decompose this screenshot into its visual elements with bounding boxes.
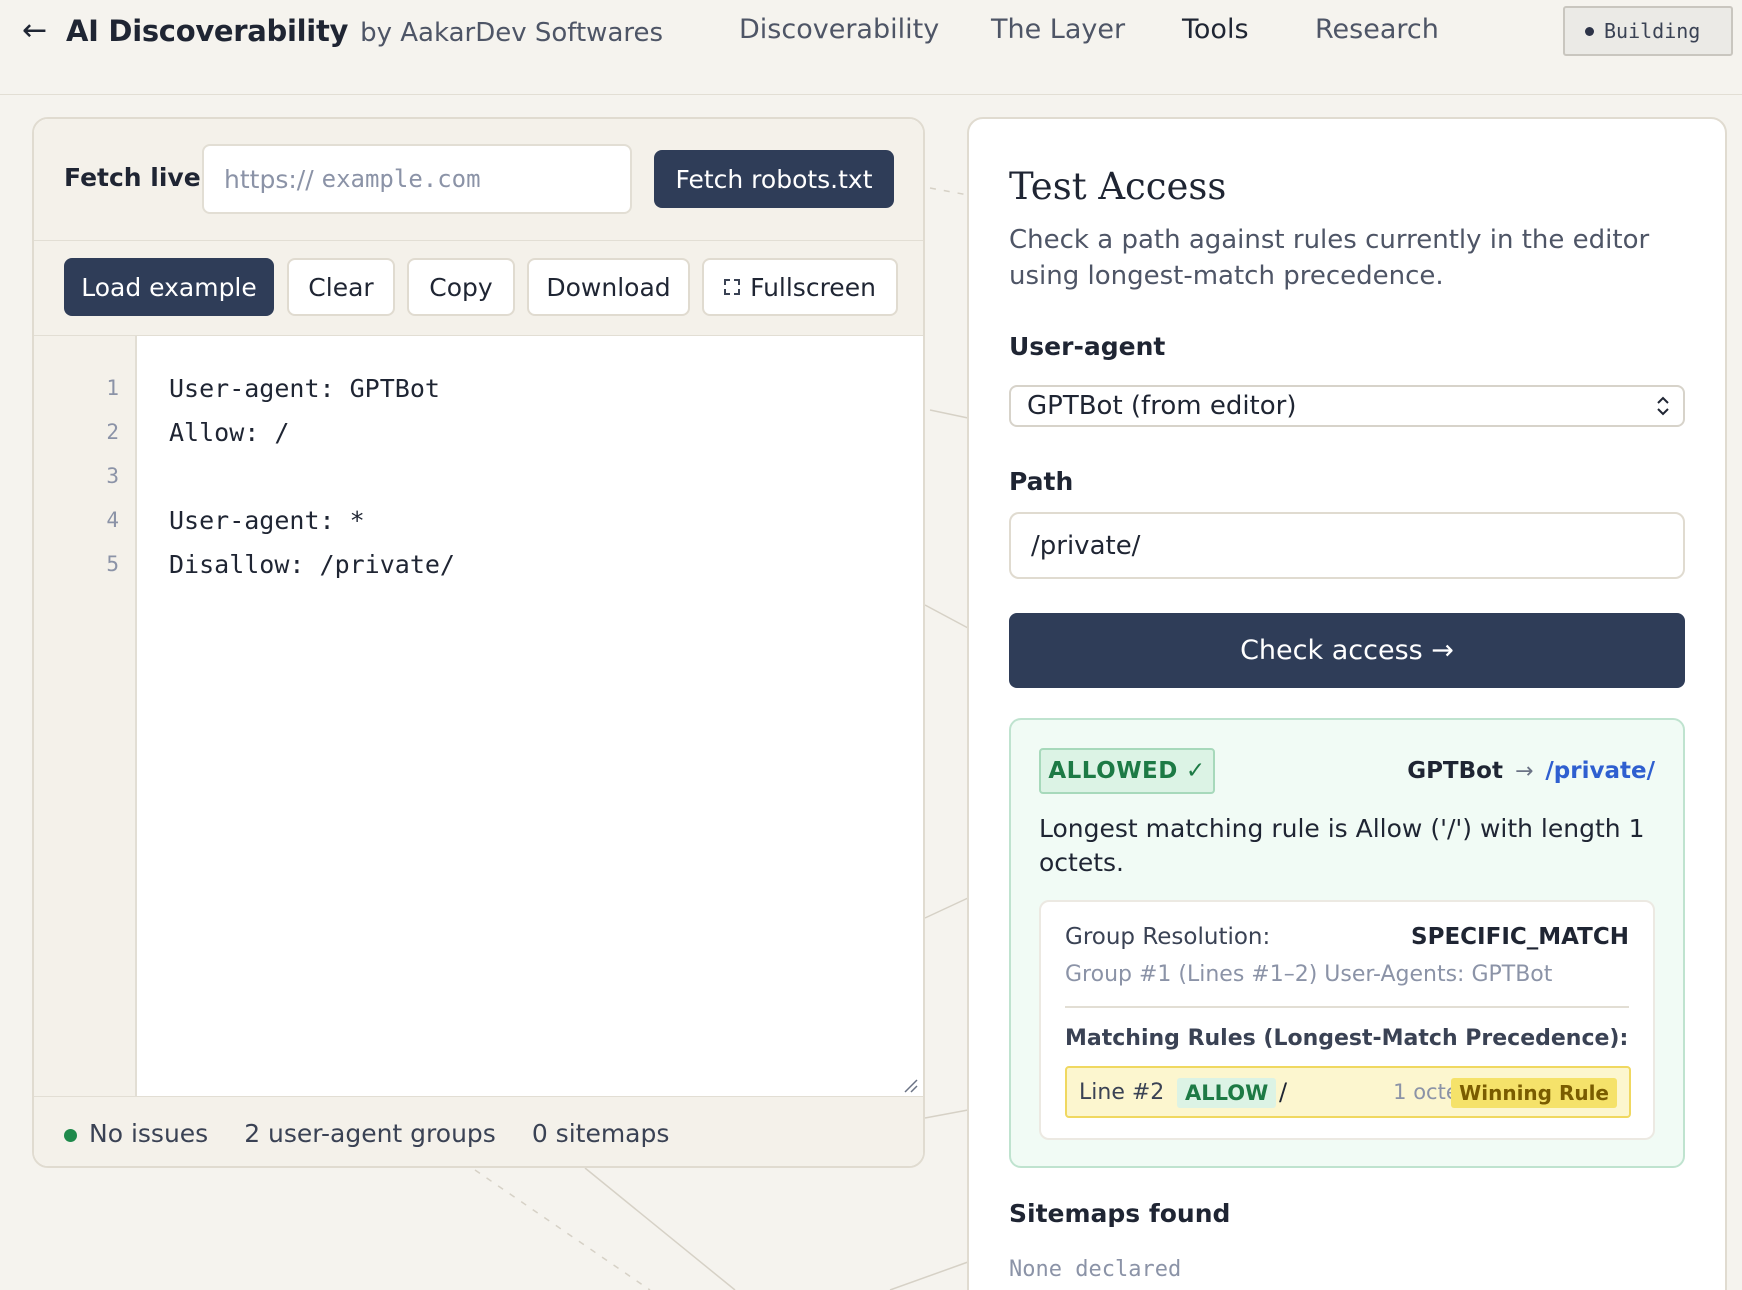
group-resolution-label: Group Resolution: [1065,924,1271,950]
user-agent-label: User-agent [1009,332,1166,361]
line-number: 2 [106,420,119,444]
code-line[interactable]: User-agent: * [169,506,365,535]
test-access-title: Test Access [1009,165,1227,208]
fetch-row: Fetch live https:// example.com Fetch ro… [34,119,923,241]
url-placeholder: example.com [321,165,481,193]
clear-button[interactable]: Clear [287,258,395,316]
load-example-button[interactable]: Load example [64,258,274,316]
code-editor[interactable]: 1 2 3 4 5 User-agent: GPTBot Allow: / Us… [34,336,923,1096]
group-resolution-value: SPECIFIC_MATCH [1411,924,1629,950]
path-value: /private/ [1031,530,1141,561]
url-scheme: https:// [224,164,314,194]
line-number: 1 [106,376,119,400]
robots-editor-panel: Fetch live https:// example.com Fetch ro… [32,117,925,1168]
arrow-left-icon[interactable]: ← [22,14,52,48]
editor-toolbar: Load example Clear Copy Download Fullscr… [34,241,923,336]
arrow-right-icon: → [1514,758,1534,784]
brand[interactable]: AI Discoverability by AakarDev Softwares [66,14,663,50]
brand-byline: by AakarDev Softwares [360,18,664,48]
line-gutter: 1 2 3 4 5 [34,336,137,1096]
result-details: Group Resolution: SPECIFIC_MATCH Group #… [1039,900,1655,1140]
path-input[interactable]: /private/ [1009,512,1685,579]
chevron-updown-icon [1657,396,1669,416]
divider [1065,1006,1629,1008]
brand-name: AI Discoverability [66,14,349,48]
verdict-badge: ALLOWED ✓ [1039,748,1215,794]
test-access-description: Check a path against rules currently in … [1009,225,1650,291]
check-access-button[interactable]: Check access → [1009,613,1685,688]
status-ok-icon [64,1128,77,1142]
nav-discoverability[interactable]: Discoverability [739,14,939,50]
path-label: Path [1009,467,1074,496]
rule-type-badge: ALLOW [1177,1078,1277,1108]
result-target: GPTBot → /private/ [1407,758,1655,784]
verdict-text: ALLOWED [1048,758,1178,784]
issues-text: No issues [89,1119,209,1148]
result-path: /private/ [1545,758,1655,784]
sitemaps-value: None declared [1009,1257,1182,1282]
code-line[interactable]: Disallow: /private/ [169,550,455,579]
status-label: Building [1604,19,1701,43]
line-number: 3 [106,464,119,488]
rule-line: Line #2 [1079,1080,1165,1105]
line-number: 5 [106,552,119,576]
build-status-badge: Building [1563,6,1733,56]
nav-the-layer[interactable]: The Layer [991,14,1125,50]
sitemaps-title: Sitemaps found [1009,1199,1231,1228]
groups-count: 2 user-agent groups [244,1119,496,1148]
user-agent-select[interactable]: GPTBot (from editor) [1009,385,1685,427]
user-agent-value: GPTBot (from editor) [1027,391,1297,421]
line-number: 4 [106,508,119,532]
rule-path: / [1279,1078,1288,1106]
test-access-panel: Test Access Check a path against rules c… [967,117,1727,1290]
result-card: ALLOWED ✓ GPTBot → /private/ Longest mat… [1009,718,1685,1168]
resize-handle-icon[interactable] [903,1078,919,1094]
top-header: ← AI Discoverability by AakarDev Softwar… [0,0,1742,95]
editor-status-bar: No issues 2 user-agent groups 0 sitemaps [34,1096,923,1166]
nav-research[interactable]: Research [1315,14,1439,50]
group-detail: Group #1 (Lines #1–2) User-Agents: GPTBo… [1065,962,1553,987]
winning-rule-row: Line #2 ALLOW / 1 octet Winning Rule [1065,1066,1631,1118]
fetch-label: Fetch live [64,163,201,192]
fullscreen-label: Fullscreen [750,272,876,302]
fullscreen-button[interactable]: Fullscreen [702,258,898,316]
code-line[interactable]: User-agent: GPTBot [169,374,440,403]
fetch-robots-button[interactable]: Fetch robots.txt [654,150,894,208]
fullscreen-icon [724,279,741,295]
code-line[interactable]: Allow: / [169,418,289,447]
winning-rule-badge: Winning Rule [1451,1078,1617,1108]
url-input[interactable]: https:// example.com [202,144,632,214]
nav-tools[interactable]: Tools [1182,14,1249,50]
copy-button[interactable]: Copy [407,258,515,316]
result-agent: GPTBot [1407,758,1503,784]
matching-rules-label: Matching Rules (Longest-Match Precedence… [1065,1026,1629,1051]
check-icon: ✓ [1185,758,1206,784]
issues-status: No issues [64,1119,208,1148]
result-message: Longest matching rule is Allow ('/') wit… [1039,814,1645,877]
status-dot-icon [1585,26,1594,36]
download-button[interactable]: Download [527,258,690,316]
sitemaps-count: 0 sitemaps [531,1119,670,1148]
